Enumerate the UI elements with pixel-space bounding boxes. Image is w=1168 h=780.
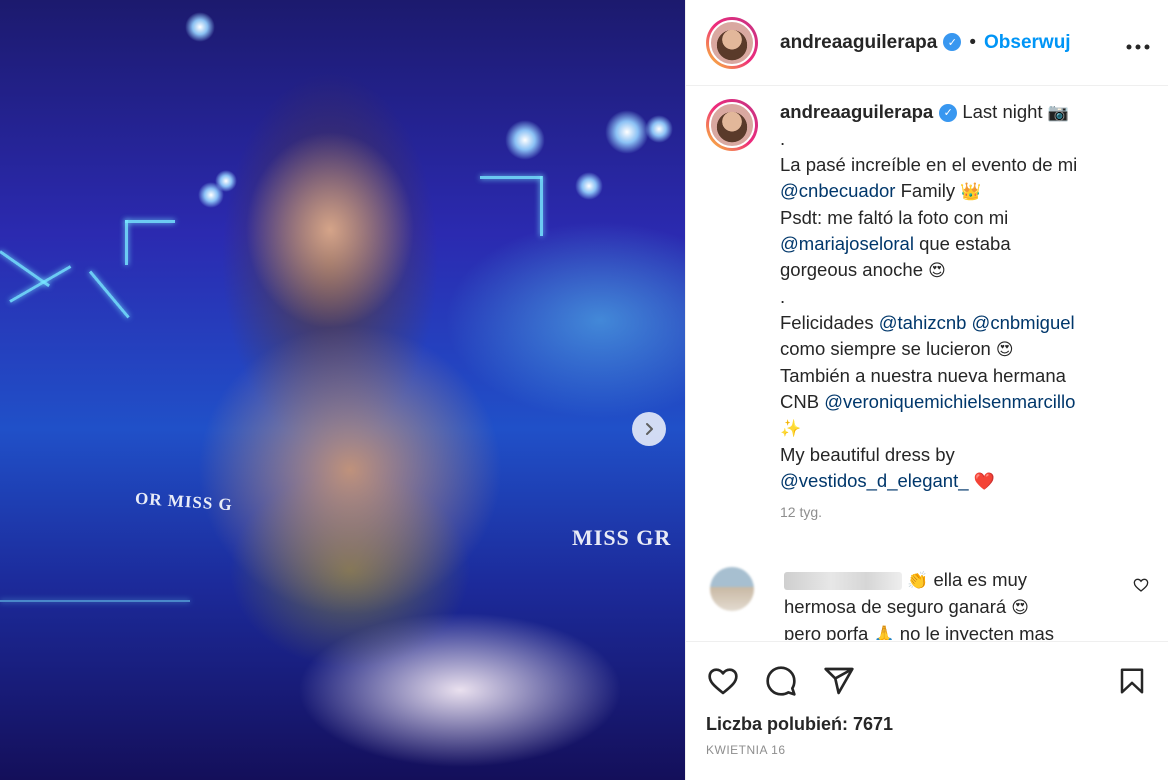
verified-badge-icon: ✓ (939, 104, 958, 123)
caption-line: . (780, 286, 786, 307)
stage-neon-line (125, 220, 128, 265)
comment-text: pero porfa (784, 623, 869, 640)
post-photo[interactable]: OR MISS G MISS GR (0, 0, 685, 780)
caption-title: Last night (962, 101, 1043, 122)
heart-eyes-emoji: 😍 (928, 261, 946, 281)
caption-text: Family (900, 180, 956, 201)
caption-text: que estaba (919, 233, 1011, 254)
heart-icon (708, 668, 738, 695)
follow-button[interactable]: Obserwuj (984, 32, 1071, 54)
caption-line: Felicidades @tahizcnb @cnbmiguel (780, 310, 1130, 336)
mention-link[interactable]: @cnbecuador (780, 180, 895, 201)
username-text[interactable]: andreaaguilerapa (780, 32, 937, 53)
caption-line: También a nuestra nueva hermana (780, 365, 1066, 386)
comment-item: 👏 ella es muy hermosa de seguro ganará 😍… (706, 567, 1149, 640)
stage-neon-line (9, 265, 72, 303)
heart-eyes-emoji: 😍 (1011, 598, 1030, 618)
more-icon (1126, 44, 1150, 49)
stage-neon-line (88, 270, 130, 319)
comment-text: no le inyecten mas (899, 623, 1055, 640)
comment-body: 👏 ella es muy hermosa de seguro ganará 😍… (784, 567, 1104, 640)
stage-neon-line (0, 600, 190, 602)
caption-text: gorgeous anoche (780, 259, 923, 280)
caption-text: como siempre se lucieron (780, 338, 991, 359)
comment-username-blurred[interactable] (784, 572, 902, 591)
comment-text: ella es muy (933, 569, 1028, 590)
share-button[interactable] (822, 664, 856, 698)
stage-light (215, 170, 237, 192)
caption-text: Felicidades (780, 312, 874, 333)
sparkles-emoji: ✨ (780, 419, 802, 439)
comment-line: hermosa de seguro ganará 😍 (784, 594, 1104, 621)
caption-line: @vestidos_d_elegant_ ❤️ (780, 468, 1130, 495)
caption-line: ✨ (780, 415, 1130, 442)
heart-eyes-emoji: 😍 (995, 340, 1014, 360)
caption-line: como siempre se lucieron 😍 (780, 336, 1130, 363)
mention-link[interactable]: @veroniquemichielsenmarcillo (824, 391, 1075, 412)
comment-button[interactable] (764, 664, 798, 698)
stage-sign: MISS GR (572, 525, 672, 550)
stage-light (605, 110, 649, 154)
heart-icon (1133, 578, 1149, 592)
clap-emoji: 👏 (907, 571, 929, 591)
red-heart-emoji: ❤️ (973, 472, 995, 492)
caption-line: Psdt: me faltó la foto con mi (780, 207, 1009, 228)
comments-section[interactable]: andreaaguilerapa ✓ Last night 📷 . La pasé… (686, 87, 1168, 640)
caption-line: gorgeous anoche 😍 (780, 257, 1130, 284)
camera-emoji: 📷 (1047, 103, 1069, 123)
chevron-right-icon (646, 423, 653, 435)
more-options-button[interactable] (1126, 30, 1150, 56)
post-actions: Liczba polubień: 7671 KWIETNIA 16 (686, 641, 1168, 780)
stage-light (575, 172, 603, 200)
stage-neon-line (540, 176, 543, 236)
stage-light (185, 12, 215, 42)
caption-line: . (780, 128, 786, 149)
avatar[interactable] (706, 16, 758, 69)
mention-link[interactable]: @tahizcnb (879, 312, 967, 333)
stage-light (505, 120, 545, 160)
comment-like-button[interactable] (1133, 577, 1149, 598)
caption-line: andreaaguilerapa ✓ Last night 📷 (780, 99, 1130, 126)
stage-light (645, 115, 673, 143)
separator-dot: • (969, 31, 976, 53)
comment-line: 👏 ella es muy (784, 567, 1104, 594)
save-button[interactable] (1115, 664, 1149, 698)
comment-icon (766, 666, 796, 696)
comment-text: hermosa de seguro ganará (784, 596, 1007, 617)
stage-neon-line (480, 176, 542, 179)
caption-line: @mariajoseloral que estaba (780, 231, 1130, 257)
stage-sign: OR MISS G (134, 488, 234, 515)
caption-line: La pasé increíble en el evento de mi (780, 154, 1078, 175)
action-icons-row (706, 642, 1149, 720)
bookmark-icon (1120, 668, 1144, 694)
caption-line: @cnbecuador Family 👑 (780, 178, 1130, 205)
comment-avatar[interactable] (710, 567, 754, 611)
pray-emoji: 🙏 (873, 625, 895, 640)
avatar-image (709, 19, 755, 66)
caption-username[interactable]: andreaaguilerapa (780, 101, 933, 122)
mention-link[interactable]: @cnbmiguel (972, 312, 1075, 333)
header-username[interactable]: andreaaguilerapa ✓ (780, 32, 962, 54)
caption-avatar[interactable] (706, 99, 758, 151)
share-icon (824, 667, 854, 695)
post-date[interactable]: KWIETNIA 16 (706, 743, 1149, 757)
likes-count[interactable]: Liczba polubień: 7671 (706, 714, 1149, 735)
crown-emoji: 👑 (960, 182, 982, 202)
post-caption: andreaaguilerapa ✓ Last night 📷 . La pasé… (706, 99, 1149, 525)
like-button[interactable] (706, 664, 740, 698)
stage-neon-line (125, 220, 175, 223)
caption-line: CNB @veroniquemichielsenmarcillo (780, 389, 1130, 415)
mention-link[interactable]: @mariajoseloral (780, 233, 914, 254)
post-header: andreaaguilerapa ✓ • Obserwuj (686, 0, 1168, 86)
caption-line: My beautiful dress by (780, 444, 955, 465)
caption-body: andreaaguilerapa ✓ Last night 📷 . La pasé… (780, 99, 1130, 525)
verified-badge-icon: ✓ (943, 33, 962, 52)
mention-link[interactable]: @vestidos_d_elegant_ (780, 470, 969, 491)
avatar-image (709, 102, 755, 148)
carousel-next-button[interactable] (632, 412, 666, 446)
post-side-panel: andreaaguilerapa ✓ • Obserwuj andreaaguil… (685, 0, 1168, 780)
caption-text: CNB (780, 391, 820, 412)
comment-line: pero porfa 🙏 no le inyecten mas (784, 621, 1104, 640)
caption-timestamp[interactable]: 12 tyg. (780, 499, 1130, 525)
